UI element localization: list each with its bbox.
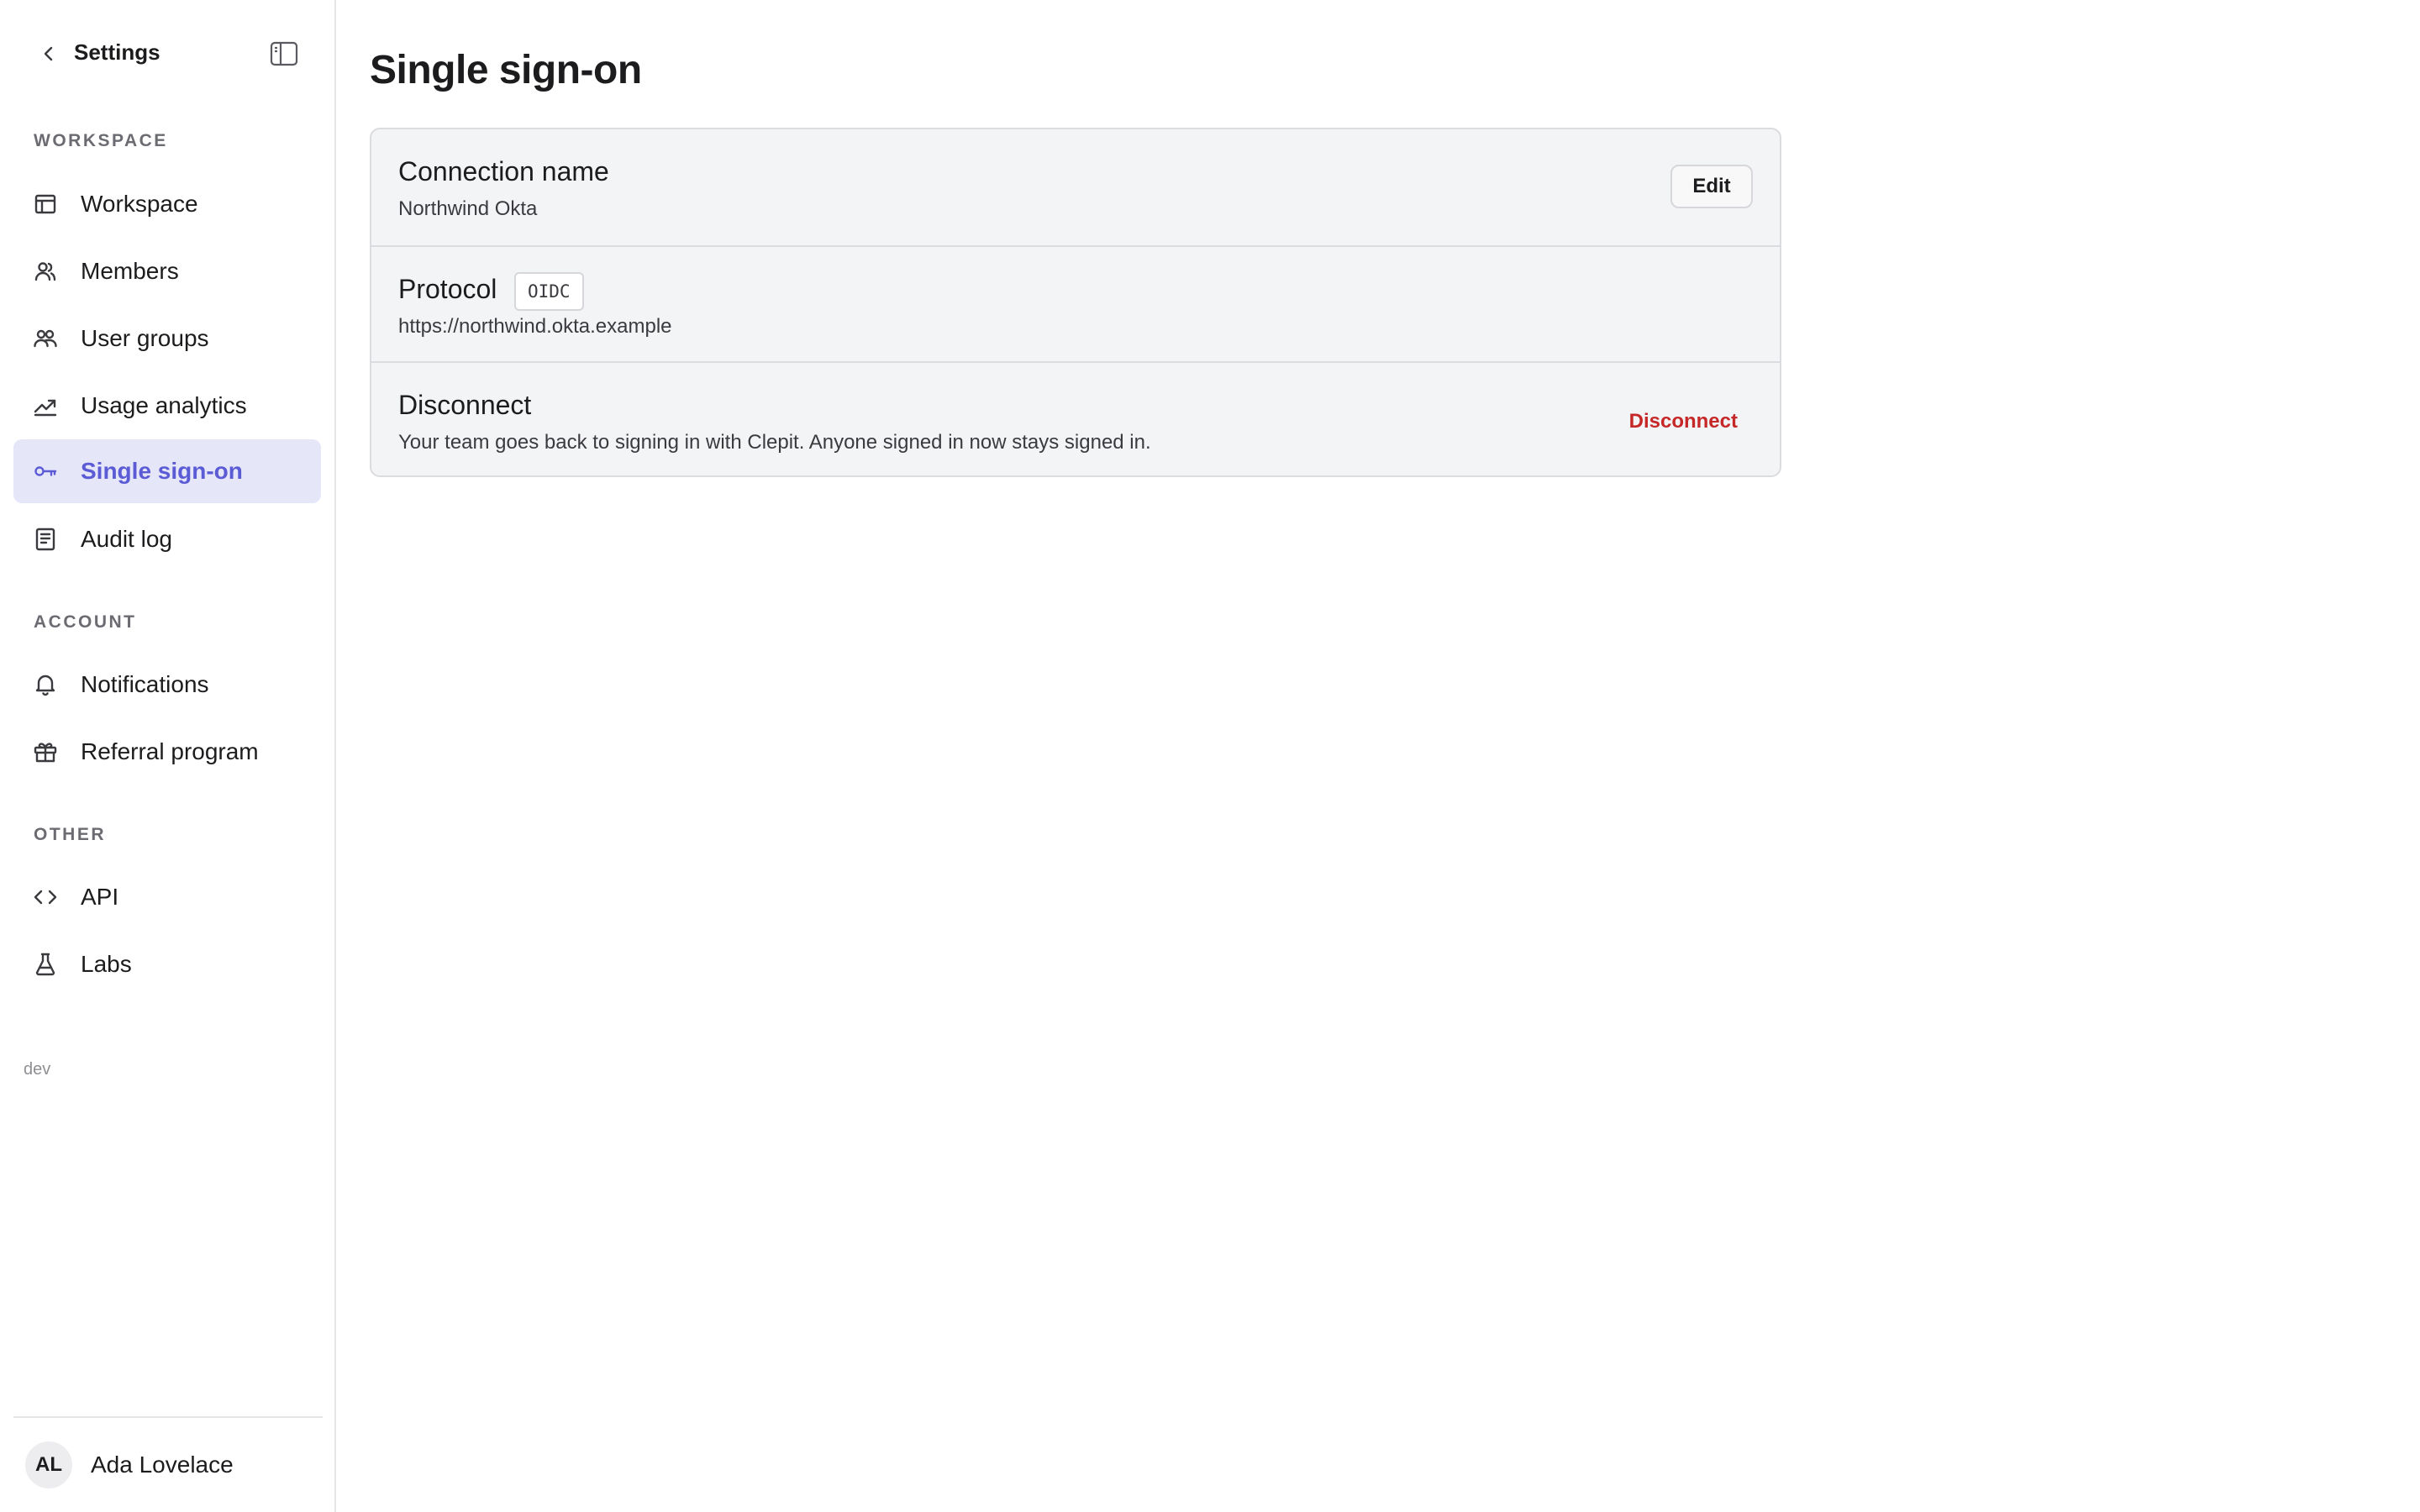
user-name: Ada Lovelace [91,1452,234,1478]
key-icon [34,459,57,483]
disconnect-description: Your team goes back to signing in with C… [398,431,1151,454]
sidebar-item-label: Usage analytics [81,392,247,418]
connection-name-value: Northwind Okta [398,197,538,220]
edit-button[interactable]: Edit [1670,165,1753,208]
main-content: Single sign-on Connection name Northwind… [336,0,2420,1512]
sidebar-item-label: User groups [81,325,209,351]
user-groups-icon [34,327,57,350]
sidebar-item-label: Audit log [81,526,172,552]
section-label-workspace: WORKSPACE [34,131,168,150]
settings-sidebar: Settings WORKSPACE Workspace Members Use… [0,0,336,1512]
protocol-title: Protocol [398,274,497,304]
sidebar-item-labs[interactable]: Labs [13,932,321,996]
back-button[interactable] [34,39,64,69]
code-icon [34,885,57,909]
connection-name-row: Connection name Northwind Okta Edit [371,129,1780,245]
flask-icon [34,953,57,976]
disconnect-button[interactable]: Disconnect [1629,405,1738,438]
sidebar-item-notifications[interactable]: Notifications [13,653,321,717]
sidebar-item-single-sign-on[interactable]: Single sign-on [13,439,321,503]
sidebar-header: Settings [0,0,334,104]
disconnect-row: Disconnect Your team goes back to signin… [371,361,1780,475]
protocol-row: Protocol OIDC https://northwind.okta.exa… [371,245,1780,361]
sidebar-item-members[interactable]: Members [13,239,321,303]
user-profile-button[interactable]: AL Ada Lovelace [13,1433,323,1497]
page-title: Single sign-on [370,48,642,92]
trend-up-icon [34,394,57,417]
document-icon [34,528,57,551]
sidebar-item-label: Single sign-on [81,458,243,484]
sidebar-item-label: Notifications [81,671,209,697]
sidebar-item-label: Referral program [81,738,259,764]
avatar: AL [25,1441,72,1488]
disconnect-title: Disconnect [398,390,532,420]
sidebar-item-user-groups[interactable]: User groups [13,307,321,370]
sidebar-item-label: Labs [81,951,132,977]
section-label-account: ACCOUNT [34,612,137,632]
sidebar-title: Settings [74,39,160,65]
sidebar-item-label: API [81,884,119,910]
sidebar-item-audit-log[interactable]: Audit log [13,507,321,571]
protocol-badge: OIDC [514,272,584,311]
gift-icon [34,740,57,764]
bell-icon [34,673,57,696]
app-root: Settings WORKSPACE Workspace Members Use… [0,0,2420,1512]
sidebar-item-workspace[interactable]: Workspace [13,172,321,236]
connection-name-title: Connection name [398,156,609,186]
sso-settings-card: Connection name Northwind Okta Edit Prot… [370,128,1781,477]
sidebar-item-referral-program[interactable]: Referral program [13,720,321,784]
environment-label: dev [24,1060,51,1079]
sidebar-item-label: Members [81,258,179,284]
sidebar-toggle-button[interactable] [267,37,301,71]
sidebar-item-usage-analytics[interactable]: Usage analytics [13,374,321,438]
sidebar-item-api[interactable]: API [13,865,321,929]
protocol-url: https://northwind.okta.example [398,315,672,338]
chevron-left-icon [39,44,59,64]
sidebar-divider [13,1416,323,1418]
sidebar-panel-icon [270,41,298,66]
section-label-other: OTHER [34,825,106,844]
layout-icon [34,192,57,216]
members-icon [34,260,57,283]
sidebar-item-label: Workspace [81,191,198,217]
